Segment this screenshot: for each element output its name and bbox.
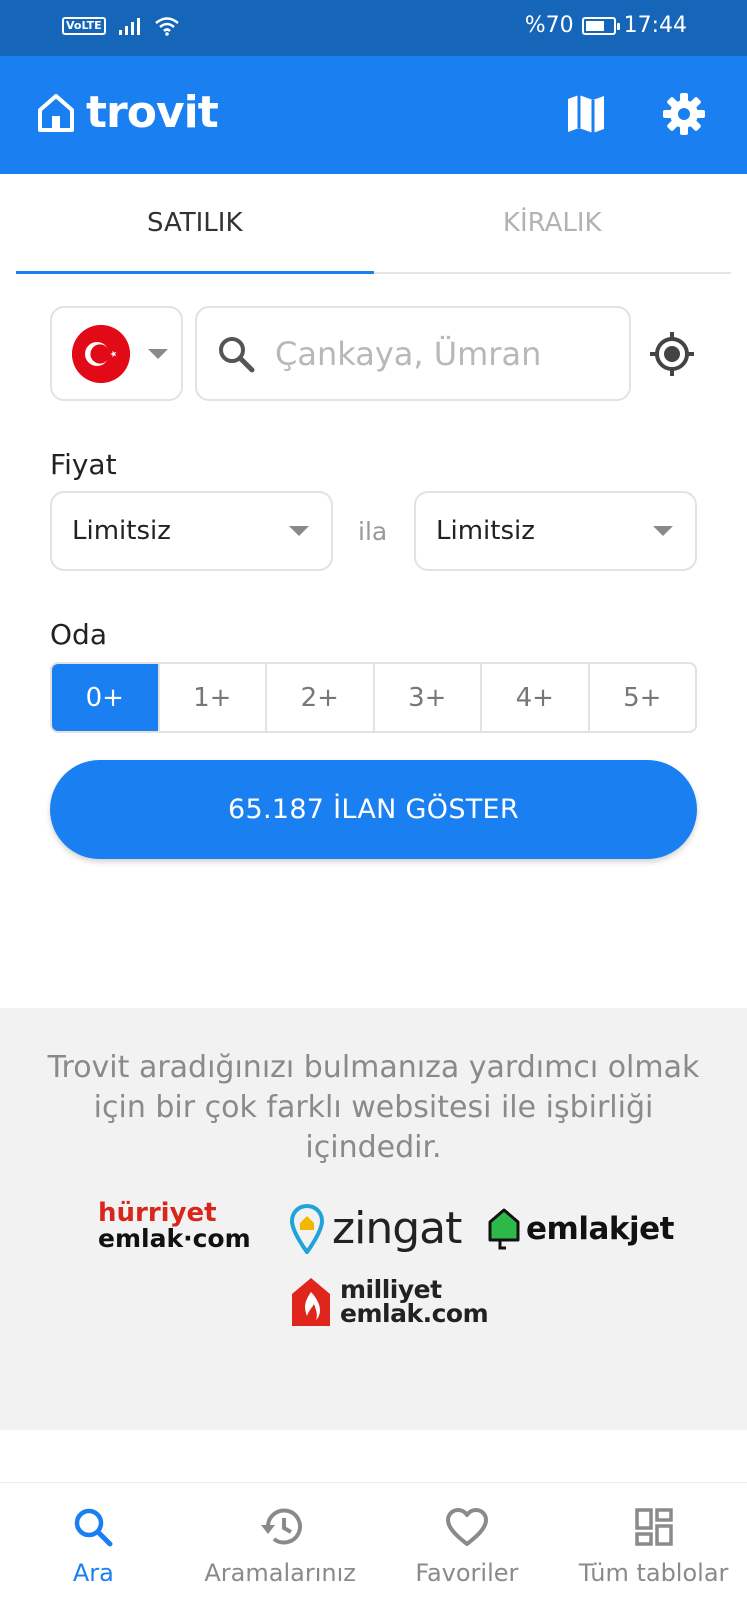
map-icon: [568, 95, 604, 133]
signal-icon: [118, 18, 140, 35]
gps-locate-icon: [650, 332, 694, 376]
chevron-down-icon: [148, 348, 168, 359]
status-right: %70 17:44: [525, 13, 687, 38]
chevron-down-icon: [289, 526, 309, 536]
gear-icon: [663, 93, 705, 135]
zingat-logo: zingat: [290, 1203, 462, 1254]
bottom-nav: Ara Aramalarınız Favoriler Tüm tablolar: [0, 1482, 747, 1600]
listing-type-tabs: SATILIK KİRALIK: [16, 174, 731, 274]
home-outline-icon: [38, 94, 74, 132]
status-left: VoLTE: [62, 16, 180, 36]
nav-favoriler-label: Favoriler: [415, 1559, 519, 1587]
app-header: trovit: [0, 56, 747, 174]
history-icon: [258, 1505, 303, 1549]
settings-button[interactable]: [660, 90, 708, 138]
price-separator: ila: [358, 517, 388, 546]
partners-section: Trovit aradığınızı bulmanıza yardımcı ol…: [0, 1008, 747, 1430]
nav-aramalariniz-label: Aramalarınız: [204, 1559, 356, 1587]
room-option-0[interactable]: 0+: [52, 664, 158, 731]
nav-tum-tablolar-label: Tüm tablolar: [578, 1559, 729, 1587]
room-option-5[interactable]: 5+: [587, 664, 696, 731]
map-button[interactable]: [562, 90, 610, 138]
logo-text: trovit: [86, 87, 219, 138]
country-select[interactable]: [50, 306, 183, 401]
emlakjet-logo: emlakjet: [488, 1208, 674, 1250]
price-min-value: Limitsiz: [72, 516, 171, 546]
locate-button[interactable]: [648, 330, 696, 378]
room-option-2[interactable]: 2+: [265, 664, 373, 731]
turkey-flag-icon: [72, 324, 130, 383]
nav-ara[interactable]: Ara: [0, 1483, 187, 1600]
search-icon: [71, 1505, 115, 1549]
tab-kiralik[interactable]: KİRALIK: [374, 174, 732, 272]
room-option-4[interactable]: 4+: [480, 664, 588, 731]
clock: 17:44: [623, 13, 687, 38]
battery-percent: %70: [524, 13, 574, 38]
nav-ara-label: Ara: [72, 1559, 114, 1587]
price-max-value: Limitsiz: [436, 516, 535, 546]
nav-favoriler[interactable]: Favoriler: [374, 1483, 561, 1600]
room-count-selector: 0+ 1+ 2+ 3+ 4+ 5+: [50, 662, 697, 733]
price-min-select[interactable]: Limitsiz: [50, 491, 333, 571]
battery-fill: [585, 20, 604, 31]
battery-icon: [581, 16, 620, 35]
status-bar: VoLTE %70 17:44: [0, 0, 747, 56]
hurriyet-line2: emlak·com: [98, 1224, 251, 1253]
search-field[interactable]: [195, 306, 631, 401]
show-listings-button[interactable]: 65.187 İLAN GÖSTER: [50, 760, 697, 859]
milliyet-flame-icon: [292, 1278, 330, 1326]
nav-tum-tablolar[interactable]: Tüm tablolar: [560, 1483, 747, 1600]
search-icon: [219, 336, 255, 372]
room-option-3[interactable]: 3+: [372, 664, 481, 731]
chevron-down-icon: [653, 526, 673, 536]
partners-text: Trovit aradığınızı bulmanıza yardımcı ol…: [47, 1050, 700, 1165]
emlakjet-house-icon: [488, 1208, 520, 1250]
zingat-text: zingat: [332, 1203, 462, 1254]
hurriyet-emlak-logo: hürriyet emlak·com: [98, 1200, 251, 1252]
dashboard-icon: [632, 1505, 676, 1549]
nav-aramalariniz[interactable]: Aramalarınız: [187, 1483, 374, 1600]
room-option-1[interactable]: 1+: [157, 664, 266, 731]
search-input[interactable]: [275, 334, 615, 373]
tab-satilik[interactable]: SATILIK: [16, 174, 374, 274]
price-max-select[interactable]: Limitsiz: [414, 491, 697, 571]
milliyet-line2: emlak.com: [340, 1299, 489, 1328]
price-label: Fiyat: [50, 448, 117, 481]
zingat-pin-icon: [290, 1203, 324, 1254]
heart-icon: [445, 1505, 489, 1549]
volte-badge: VoLTE: [62, 17, 106, 35]
rooms-label: Oda: [50, 618, 107, 651]
wifi-icon: [154, 17, 179, 36]
milliyet-emlak-logo: milliyet emlak.com: [290, 1276, 489, 1328]
hurriyet-line1: hürriyet: [98, 1198, 217, 1228]
trovit-logo[interactable]: trovit: [36, 87, 219, 138]
emlakjet-text: emlakjet: [526, 1211, 674, 1247]
